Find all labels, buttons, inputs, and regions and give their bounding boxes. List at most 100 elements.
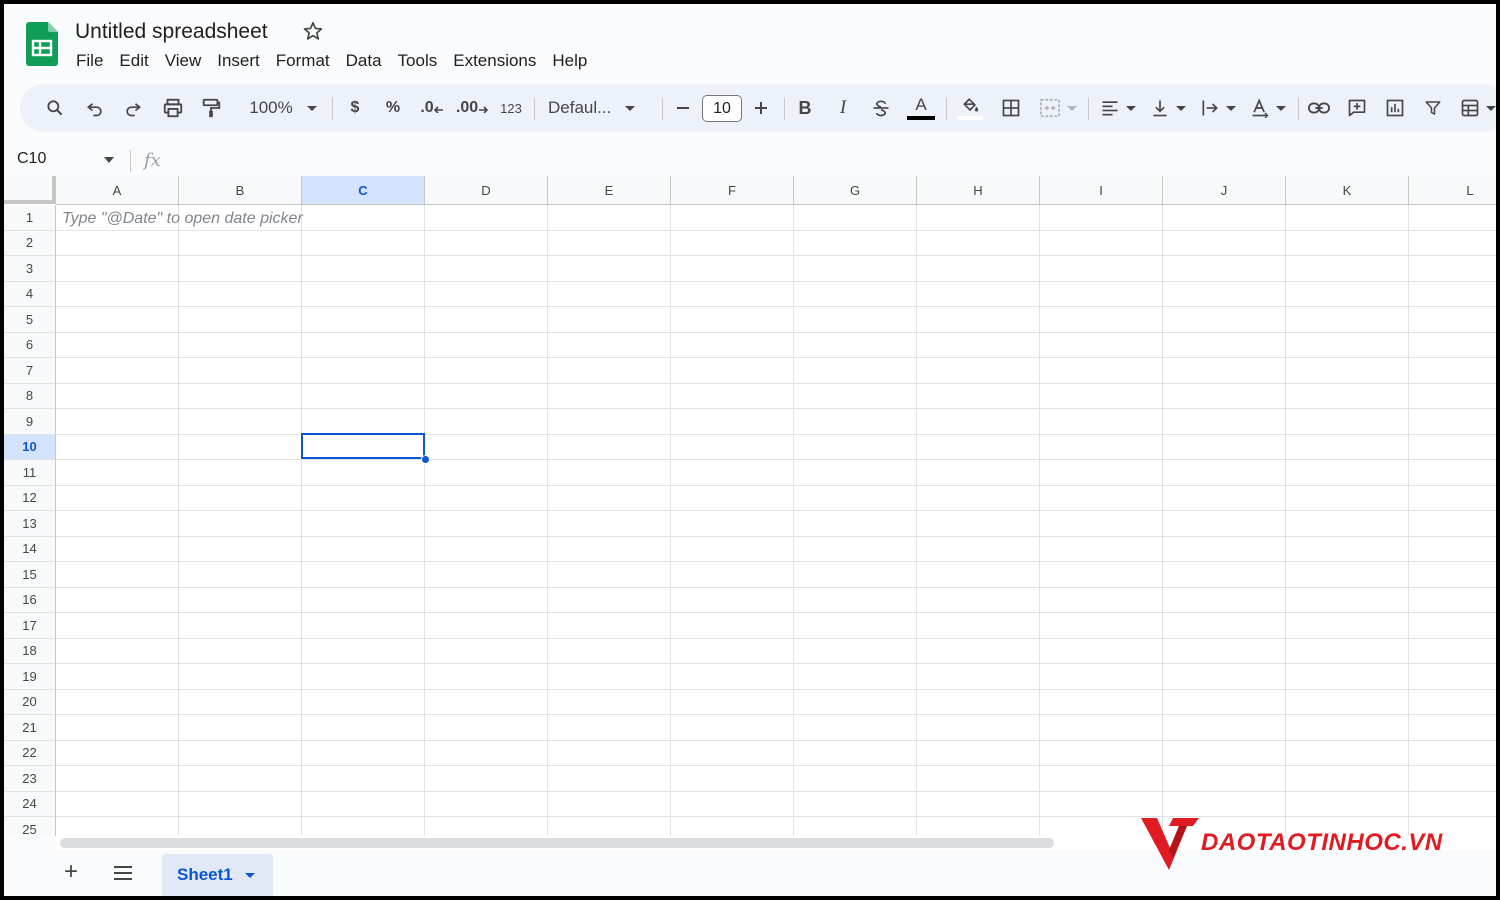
row-header-15[interactable]: 15 (4, 562, 56, 588)
grid-column-line (178, 205, 179, 836)
menu-view[interactable]: View (157, 49, 210, 73)
document-title[interactable]: Untitled spreadsheet (75, 20, 268, 44)
chevron-down-icon (625, 105, 636, 111)
zoom-select[interactable]: 100% (238, 94, 328, 122)
font-select[interactable]: Defaul... (548, 94, 648, 122)
menu-format[interactable]: Format (268, 49, 338, 73)
column-header-b[interactable]: B (179, 176, 302, 205)
row-header-11[interactable]: 11 (4, 460, 56, 486)
row-header-16[interactable]: 16 (4, 587, 56, 613)
decrease-font-size-button[interactable] (668, 94, 698, 122)
vertical-align-icon[interactable] (1146, 94, 1190, 122)
column-header-e[interactable]: E (548, 176, 671, 205)
all-sheets-menu-icon[interactable] (112, 864, 134, 882)
row-header-18[interactable]: 18 (4, 638, 56, 664)
header: Untitled spreadsheet File Edit View Inse… (4, 4, 1496, 82)
row-header-12[interactable]: 12 (4, 485, 56, 511)
text-color-button[interactable]: A (904, 94, 938, 122)
menu-insert[interactable]: Insert (209, 49, 268, 73)
column-header-i[interactable]: I (1040, 176, 1163, 205)
column-header-a[interactable]: A (56, 176, 179, 205)
fill-color-icon[interactable] (954, 94, 986, 122)
column-header-h[interactable]: H (917, 176, 1040, 205)
grid-row-line (56, 255, 1496, 256)
row-header-9[interactable]: 9 (4, 409, 56, 435)
menu-data[interactable]: Data (338, 49, 390, 73)
chevron-down-icon[interactable] (104, 157, 114, 163)
column-header-l[interactable]: L (1409, 176, 1496, 205)
increase-decimal-label: .00 (455, 99, 479, 116)
row-header-21[interactable]: 21 (4, 715, 56, 741)
row-header-1[interactable]: 1 (4, 205, 56, 231)
row-header-25[interactable]: 25 (4, 817, 56, 836)
filter-icon[interactable] (1418, 94, 1448, 122)
sheets-logo-icon[interactable] (26, 22, 58, 66)
row-header-4[interactable]: 4 (4, 281, 56, 307)
name-box[interactable]: C10 (17, 150, 46, 168)
increase-font-size-button[interactable] (746, 94, 776, 122)
row-header-17[interactable]: 17 (4, 613, 56, 639)
merge-cells-icon[interactable] (1036, 94, 1080, 122)
fill-handle[interactable] (421, 455, 430, 464)
row-header-5[interactable]: 5 (4, 307, 56, 333)
column-header-c[interactable]: C (302, 176, 425, 205)
undo-icon[interactable] (80, 94, 110, 122)
row-header-6[interactable]: 6 (4, 332, 56, 358)
grid-row-line (56, 739, 1496, 741)
strikethrough-icon[interactable] (866, 94, 896, 122)
row-header-7[interactable]: 7 (4, 358, 56, 384)
font-size-input[interactable]: 10 (702, 95, 742, 122)
link-icon[interactable] (1304, 94, 1334, 122)
select-all-corner[interactable] (4, 176, 56, 204)
chevron-down-icon[interactable] (244, 872, 255, 878)
search-icon[interactable] (40, 94, 70, 122)
spreadsheet-grid[interactable]: ABCDEFGHIJKL 1 2 3 4 5 6 7 8 9 10 11 12 13 14 15 16 17 18… (4, 176, 1496, 836)
column-header-d[interactable]: D (425, 176, 548, 205)
menu-file[interactable]: File (68, 49, 111, 73)
row-header-23[interactable]: 23 (4, 766, 56, 792)
text-wrap-icon[interactable] (1196, 94, 1240, 122)
align-left-icon[interactable] (1096, 94, 1140, 122)
text-rotation-icon[interactable] (1246, 94, 1290, 122)
menu-edit[interactable]: Edit (111, 49, 156, 73)
column-header-j[interactable]: J (1163, 176, 1286, 205)
row-header-10[interactable]: 10 (4, 434, 56, 460)
paint-format-icon[interactable] (196, 94, 226, 122)
comment-icon[interactable] (1342, 94, 1372, 122)
currency-format-button[interactable]: $ (340, 94, 370, 122)
italic-button[interactable]: I (828, 94, 858, 122)
menu-tools[interactable]: Tools (390, 49, 446, 73)
bold-button[interactable]: B (790, 94, 820, 122)
row-header-13[interactable]: 13 (4, 511, 56, 537)
percent-format-button[interactable]: % (378, 94, 408, 122)
redo-icon[interactable] (118, 94, 148, 122)
horizontal-scrollbar-thumb[interactable] (60, 838, 1054, 848)
borders-icon[interactable] (996, 94, 1026, 122)
row-header-3[interactable]: 3 (4, 256, 56, 282)
sheet-tab-sheet1[interactable]: Sheet1 (162, 854, 273, 896)
table-icon[interactable] (1458, 94, 1496, 122)
menu-help[interactable]: Help (544, 49, 595, 73)
print-icon[interactable] (158, 94, 188, 122)
add-sheet-button[interactable]: + (64, 860, 78, 884)
grid-row-line (56, 357, 1496, 358)
row-header-14[interactable]: 14 (4, 536, 56, 562)
row-header-2[interactable]: 2 (4, 230, 56, 256)
increase-decimal-button[interactable]: .00 (454, 94, 490, 122)
menu-extensions[interactable]: Extensions (445, 49, 544, 73)
chart-icon[interactable] (1380, 94, 1410, 122)
row-header-19[interactable]: 19 (4, 664, 56, 690)
star-icon[interactable] (302, 20, 324, 42)
selected-cell-c10[interactable] (301, 433, 425, 459)
column-header-f[interactable]: F (671, 176, 794, 205)
row-header-8[interactable]: 8 (4, 383, 56, 409)
grid-column-line (1162, 205, 1163, 836)
row-header-24[interactable]: 24 (4, 791, 56, 817)
row-header-22[interactable]: 22 (4, 740, 56, 766)
row-header-20[interactable]: 20 (4, 689, 56, 715)
column-header-k[interactable]: K (1286, 176, 1409, 205)
number-format-button[interactable]: 123 (494, 94, 528, 122)
decrease-decimal-button[interactable]: .0 (416, 94, 448, 122)
column-header-g[interactable]: G (794, 176, 917, 205)
chevron-down-icon (1276, 105, 1286, 111)
